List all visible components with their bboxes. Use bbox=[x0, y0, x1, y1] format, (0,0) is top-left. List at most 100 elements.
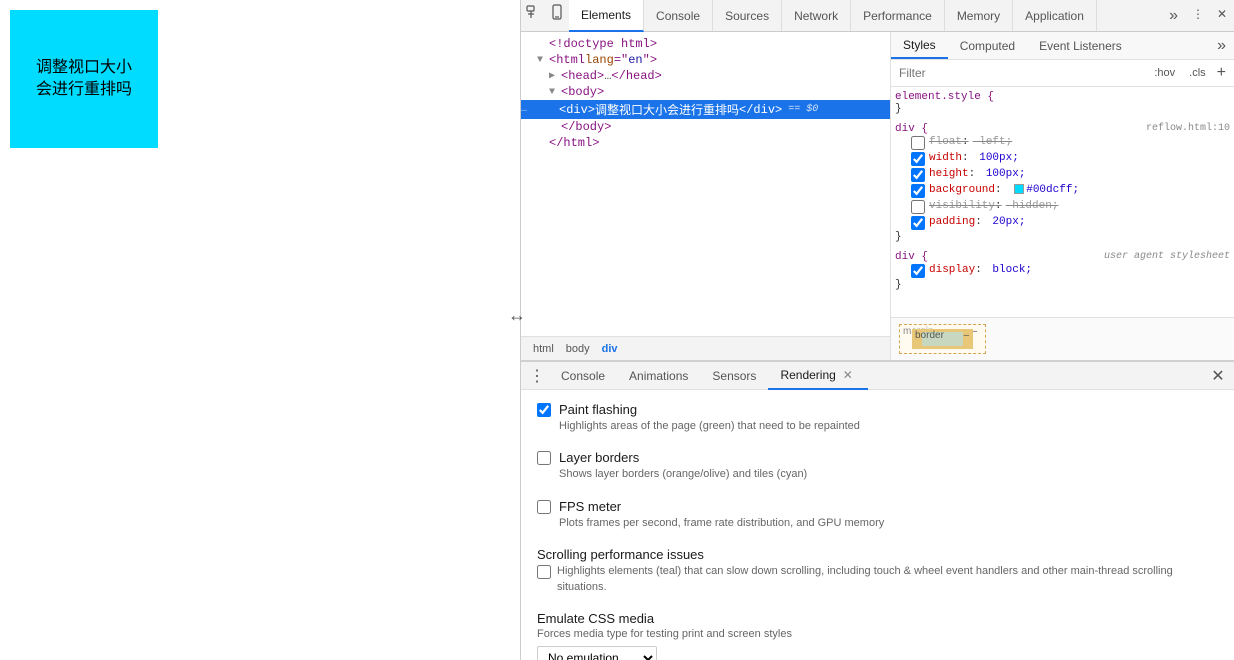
css-prop-height-checkbox[interactable] bbox=[911, 168, 925, 182]
scrolling-perf-desc: Highlights elements (teal) that can slow… bbox=[557, 564, 1218, 595]
devtools-settings-icon[interactable]: ⋮ bbox=[1186, 0, 1210, 28]
emulate-media-desc: Forces media type for testing print and … bbox=[537, 628, 1218, 640]
tree-toggle: ▼ bbox=[549, 87, 561, 98]
styles-tab-event-listeners[interactable]: Event Listeners bbox=[1027, 32, 1134, 59]
css-propvalue-display: block; bbox=[986, 264, 1032, 276]
tree-toggle: ▶ bbox=[549, 70, 561, 82]
bottom-tab-rendering[interactable]: Rendering ✕ bbox=[768, 362, 867, 390]
tree-tag: </html> bbox=[549, 136, 599, 150]
bottom-panel-close-icon[interactable]: ✕ bbox=[1206, 364, 1230, 388]
styles-tab-more-icon[interactable]: » bbox=[1209, 32, 1234, 59]
tab-elements[interactable]: Elements bbox=[569, 0, 644, 32]
css-propvalue-width: 100px; bbox=[973, 152, 1019, 164]
emulate-css-media: Emulate CSS media Forces media type for … bbox=[537, 611, 1218, 660]
filter-bar: :hov .cls + bbox=[891, 60, 1234, 87]
bottom-panel: ⋮ Console Animations Sensors Rendering ✕… bbox=[521, 360, 1234, 660]
layer-borders-checkbox[interactable] bbox=[537, 451, 551, 465]
css-propname-height: height bbox=[929, 168, 969, 180]
render-item-scrolling-perf: Scrolling performance issues Highlights … bbox=[537, 547, 1218, 595]
filter-hov-button[interactable]: :hov bbox=[1149, 64, 1180, 82]
cyan-box: 调整视口大小会进行重排吗 bbox=[10, 10, 158, 148]
styles-tab-computed[interactable]: Computed bbox=[948, 32, 1027, 59]
css-propname-display: display bbox=[929, 264, 975, 276]
tree-node-body-close[interactable]: </body> bbox=[521, 119, 890, 135]
css-rule-div-ua: div { user agent stylesheet display : bl… bbox=[895, 251, 1230, 291]
css-prop-padding: padding : 20px; bbox=[895, 215, 1230, 231]
tab-network[interactable]: Network bbox=[782, 0, 851, 31]
css-propname-visibility: visibility bbox=[929, 200, 995, 212]
tree-tag: <head> bbox=[561, 69, 604, 83]
css-rule-element-style: element.style { } bbox=[895, 91, 1230, 115]
breadcrumb-body[interactable]: body bbox=[562, 341, 594, 357]
styles-tab-styles[interactable]: Styles bbox=[891, 32, 948, 59]
tree-tag: </body> bbox=[561, 120, 611, 134]
emulate-media-select[interactable]: No emulation print screen bbox=[537, 646, 657, 660]
mobile-icon[interactable] bbox=[545, 0, 569, 24]
paint-flashing-checkbox[interactable] bbox=[537, 403, 551, 417]
tab-sources[interactable]: Sources bbox=[713, 0, 782, 31]
tree-node-head[interactable]: ▶ <head>…</head> bbox=[521, 68, 890, 84]
tab-more-icon[interactable]: » bbox=[1161, 0, 1186, 31]
css-ua-source: user agent stylesheet bbox=[1104, 251, 1230, 263]
css-selector-text: element.style { bbox=[895, 91, 994, 103]
bottom-tab-more-icon[interactable]: ⋮ bbox=[525, 364, 549, 388]
css-propname-background: background bbox=[929, 184, 995, 196]
devtools-tab-bar: Elements Console Sources Network Perform… bbox=[521, 0, 1234, 32]
fps-meter-title: FPS meter bbox=[559, 499, 621, 514]
tree-node-div-selected[interactable]: … <div>调整视口大小会进行重排吗</div> == $0 bbox=[521, 100, 890, 119]
tree-node-doctype[interactable]: <!doctype html> bbox=[521, 36, 890, 52]
css-prop-float-checkbox[interactable] bbox=[911, 136, 925, 150]
tab-memory[interactable]: Memory bbox=[945, 0, 1013, 31]
tree-node-body[interactable]: ▼ <body> bbox=[521, 84, 890, 100]
css-prop-display: display : block; bbox=[895, 263, 1230, 279]
tree-tag: </div> bbox=[739, 103, 782, 117]
css-prop-bg-checkbox[interactable] bbox=[911, 184, 925, 198]
tab-performance[interactable]: Performance bbox=[851, 0, 945, 31]
tree-attr-name: lang bbox=[585, 53, 614, 67]
css-source-link[interactable]: reflow.html:10 bbox=[1146, 123, 1230, 135]
inspect-element-icon[interactable] bbox=[521, 0, 545, 24]
emulate-media-select-wrap: No emulation print screen bbox=[537, 646, 1218, 660]
render-item-layer-borders: Layer borders Shows layer borders (orang… bbox=[537, 450, 1218, 482]
add-style-rule-icon[interactable]: + bbox=[1217, 64, 1226, 82]
tree-dots: … bbox=[521, 104, 539, 115]
filter-input[interactable] bbox=[899, 66, 1145, 80]
css-prop-padding-checkbox[interactable] bbox=[911, 216, 925, 230]
tab-application[interactable]: Application bbox=[1013, 0, 1097, 31]
tree-tag: </head> bbox=[611, 69, 661, 83]
css-prop-height: height : 100px; bbox=[895, 167, 1230, 183]
css-colon: : bbox=[975, 216, 982, 228]
css-propname-float: float bbox=[929, 136, 962, 148]
render-item-header: Scrolling performance issues bbox=[537, 547, 1218, 562]
tree-toggle bbox=[549, 122, 561, 133]
tree-node-html-close[interactable]: </html> bbox=[521, 135, 890, 151]
box-model-margin: margin – border – bbox=[899, 324, 986, 354]
filter-cls-button[interactable]: .cls bbox=[1184, 64, 1211, 82]
css-prop-background: background : #00dcff; bbox=[895, 183, 1230, 199]
css-colon: : bbox=[975, 264, 982, 276]
breadcrumb-div[interactable]: div bbox=[598, 341, 622, 357]
styles-tabs: Styles Computed Event Listeners » bbox=[891, 32, 1234, 60]
devtools-close-icon[interactable]: ✕ bbox=[1210, 0, 1234, 28]
bottom-tab-rendering-close[interactable]: ✕ bbox=[840, 367, 856, 383]
cyan-box-text: 调整视口大小会进行重排吗 bbox=[36, 57, 132, 102]
tree-node-html[interactable]: ▼ <html lang="en"> bbox=[521, 52, 890, 68]
bottom-tab-sensors[interactable]: Sensors bbox=[700, 362, 768, 390]
css-prop-width-checkbox[interactable] bbox=[911, 152, 925, 166]
color-swatch-bg[interactable] bbox=[1014, 184, 1024, 194]
css-rule-header: div { reflow.html:10 bbox=[895, 123, 1230, 135]
css-rule-ua-header: div { user agent stylesheet bbox=[895, 251, 1230, 263]
resize-handle[interactable]: ↔ bbox=[508, 305, 526, 326]
css-prop-visibility-checkbox[interactable] bbox=[911, 200, 925, 214]
scrolling-perf-checkbox[interactable] bbox=[537, 565, 551, 579]
devtools-panel: Elements Console Sources Network Perform… bbox=[520, 0, 1234, 660]
tab-console[interactable]: Console bbox=[644, 0, 713, 31]
bottom-tab-animations[interactable]: Animations bbox=[617, 362, 700, 390]
bottom-tab-console[interactable]: Console bbox=[549, 362, 617, 390]
fps-meter-checkbox[interactable] bbox=[537, 500, 551, 514]
breadcrumb-html[interactable]: html bbox=[529, 341, 558, 357]
css-prop-display-checkbox[interactable] bbox=[911, 264, 925, 278]
tree-tag: "> bbox=[643, 53, 657, 67]
elements-panel: <!doctype html> ▼ <html lang="en"> ▶ <he… bbox=[521, 32, 891, 360]
fps-meter-desc: Plots frames per second, frame rate dist… bbox=[559, 516, 1218, 531]
